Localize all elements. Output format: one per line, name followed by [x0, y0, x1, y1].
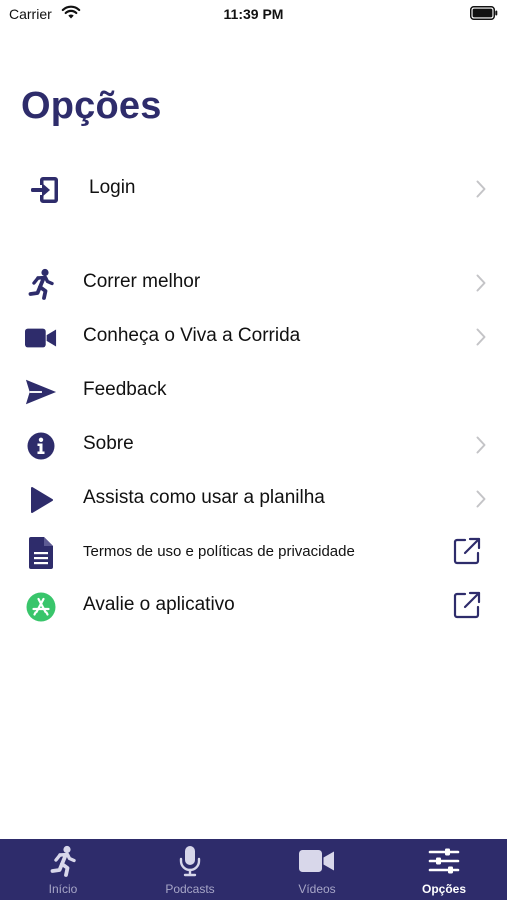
- menu-item-feedback[interactable]: Feedback: [0, 366, 507, 416]
- external-link-icon: [453, 591, 481, 624]
- tab-bar: Início Podcasts Vídeos Opções: [0, 839, 507, 900]
- menu-item-label: Termos de uso e políticas de privacidade: [83, 543, 355, 560]
- menu-item-label: Avalie o aplicativo: [83, 594, 235, 615]
- tab-label: Opções: [421, 882, 466, 896]
- menu-item-avalie-o-aplicativo[interactable]: Avalie o aplicativo: [0, 581, 507, 631]
- status-time: 11:39 PM: [223, 6, 284, 22]
- video-camera-icon: [254, 845, 380, 877]
- chevron-right-icon: [476, 180, 486, 203]
- menu-item-login[interactable]: Login: [0, 164, 507, 214]
- app-store-icon: [25, 591, 57, 623]
- menu-item-termos-de-uso[interactable]: Termos de uso e políticas de privacidade: [0, 527, 507, 577]
- chevron-right-icon: [476, 274, 486, 297]
- menu-item-label: Conheça o Viva a Corrida: [83, 325, 301, 346]
- tab-label: Podcasts: [165, 882, 215, 896]
- menu-item-conheca-viva-a-corrida[interactable]: Conheça o Viva a Corrida: [0, 312, 507, 362]
- play-icon: [25, 484, 57, 516]
- video-camera-icon: [25, 322, 57, 354]
- tab-opcoes[interactable]: Opções: [381, 839, 507, 900]
- menu-item-correr-melhor[interactable]: Correr melhor: [0, 258, 507, 308]
- chevron-right-icon: [476, 328, 486, 351]
- page-title: Opções: [21, 85, 162, 127]
- menu-item-label: Correr melhor: [83, 271, 201, 292]
- sliders-icon: [381, 845, 507, 877]
- login-arrow-icon: [29, 174, 61, 206]
- menu-item-sobre[interactable]: Sobre: [0, 420, 507, 470]
- chevron-right-icon: [476, 436, 486, 459]
- runner-icon: [25, 268, 57, 300]
- menu-item-label: Sobre: [83, 433, 134, 454]
- status-bar: Carrier 11:39 PM: [0, 0, 507, 30]
- chevron-right-icon: [476, 490, 486, 513]
- tab-podcasts[interactable]: Podcasts: [127, 839, 253, 900]
- menu-item-assista-como-usar[interactable]: Assista como usar a planilha: [0, 474, 507, 524]
- tab-label: Início: [48, 882, 78, 896]
- tab-label: Vídeos: [298, 882, 336, 896]
- external-link-icon: [453, 537, 481, 570]
- document-icon: [25, 537, 57, 569]
- battery-icon: [470, 6, 498, 25]
- tab-inicio[interactable]: Início: [0, 839, 126, 900]
- runner-icon: [0, 845, 126, 877]
- menu-item-label: Assista como usar a planilha: [83, 487, 325, 508]
- menu-item-label: Login: [89, 177, 136, 198]
- microphone-icon: [127, 845, 253, 877]
- info-icon: [25, 430, 57, 462]
- tab-videos[interactable]: Vídeos: [254, 839, 380, 900]
- send-icon: [25, 376, 57, 408]
- menu-item-label: Feedback: [83, 379, 167, 400]
